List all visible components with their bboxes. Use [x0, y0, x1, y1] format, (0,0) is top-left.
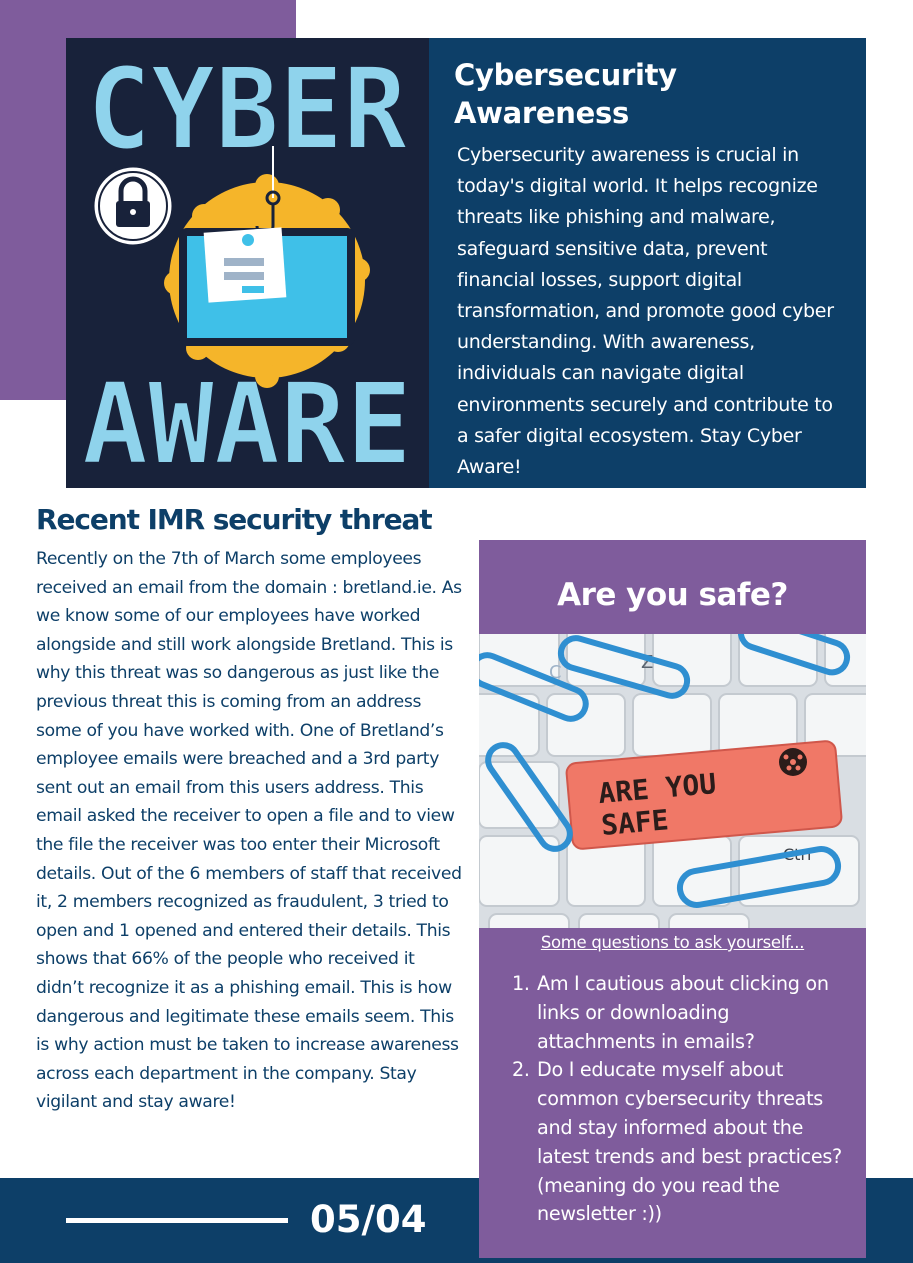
questions-list: 1. Am I cautious about clicking on links… [512, 970, 847, 1229]
aware-word: AWARE [82, 360, 412, 488]
cyber-word: CYBER [87, 45, 408, 175]
laptop-icon [179, 227, 355, 346]
page-number: 05/04 [310, 1198, 427, 1241]
threat-title: Recent IMR security threat [36, 503, 433, 536]
key-line-2: SAFE [600, 803, 670, 842]
are-you-safe-image: C Z ARE YOU SAFE Ctrl [479, 634, 866, 928]
keyboard-illustration: C Z ARE YOU SAFE Ctrl [479, 634, 866, 928]
threat-body: Recently on the 7th of March some employ… [36, 549, 462, 1113]
question-text: Do I educate myself about common cyberse… [537, 1058, 842, 1226]
question-item: 2. Do I educate myself about common cybe… [512, 1056, 847, 1229]
are-you-safe-card: Are you safe? C Z ARE YOU SAFE Ctrl Some… [479, 540, 866, 1258]
questions-link[interactable]: Some questions to ask yourself... [479, 931, 866, 955]
awareness-body: Cybersecurity awareness is crucial in to… [457, 144, 834, 479]
question-number: 2. [512, 1058, 530, 1082]
question-item: 1. Am I cautious about clicking on links… [512, 970, 847, 1056]
cyber-aware-illustration: CYBER AWARE [66, 38, 429, 488]
cyber-aware-image: CYBER AWARE [66, 38, 429, 488]
footer-divider [66, 1218, 288, 1223]
question-number: 1. [512, 972, 530, 995]
question-text: Am I cautious about clicking on links or… [537, 972, 829, 1053]
safe-title: Are you safe? [557, 577, 788, 613]
awareness-title: Cybersecurity Awareness [454, 58, 677, 130]
awareness-panel: Cybersecurity Awareness Cybersecurity aw… [429, 38, 866, 488]
padlock-icon [91, 164, 175, 248]
